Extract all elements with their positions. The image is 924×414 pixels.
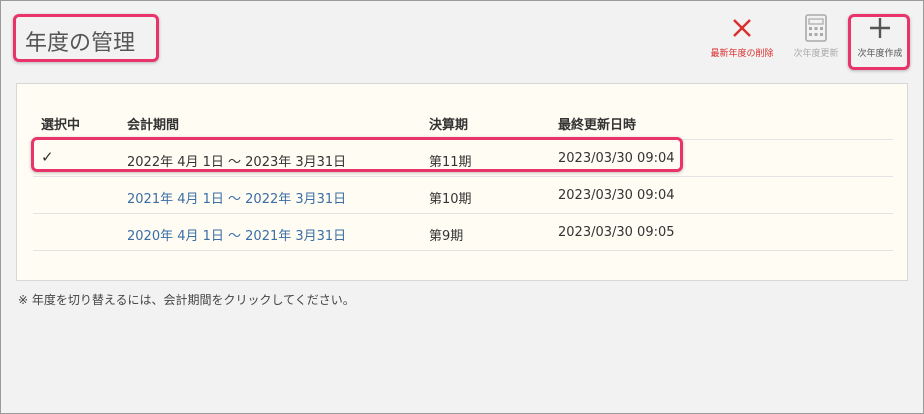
page-title: 年度の管理	[25, 31, 136, 56]
delete-latest-year-button[interactable]: 最新年度の削除	[704, 10, 780, 59]
term-cell: 第9期	[429, 229, 464, 244]
next-year-update-label: 次年度更新	[793, 49, 839, 59]
next-year-create-button[interactable]: 次年度作成	[852, 10, 908, 59]
instruction-note: ※ 年度を切り替えるには、会計期間をクリックしてください。	[18, 293, 355, 307]
column-period: 会計期間	[127, 118, 180, 133]
column-updated: 最終更新日時	[558, 118, 637, 133]
updated-cell: 2023/03/30 09:05	[558, 225, 675, 240]
plus-icon	[852, 10, 908, 46]
table-header: 選択中 会計期間 決算期 最終更新日時	[33, 102, 893, 140]
fiscal-year-table: 選択中 会計期間 決算期 最終更新日時 ✓ 2022年 4月 1日 〜 2023…	[16, 83, 908, 281]
calculator-icon	[786, 10, 846, 46]
period-link[interactable]: 2021年 4月 1日 〜 2022年 3月31日	[127, 188, 346, 207]
next-year-update-button[interactable]: 次年度更新	[786, 10, 846, 59]
table-row: 2020年 4月 1日 〜 2021年 3月31日 第9期 2023/03/30…	[33, 213, 893, 251]
selected-row-highlight	[31, 137, 683, 172]
term-cell: 第10期	[429, 192, 472, 207]
column-term: 決算期	[429, 118, 469, 133]
period-link[interactable]: 2020年 4月 1日 〜 2021年 3月31日	[127, 225, 346, 244]
delete-latest-year-label: 最新年度の削除	[710, 49, 774, 59]
close-icon	[704, 10, 780, 46]
next-year-create-label: 次年度作成	[857, 49, 903, 59]
table-row: 2021年 4月 1日 〜 2022年 3月31日 第10期 2023/03/3…	[33, 176, 893, 214]
column-selected: 選択中	[41, 118, 81, 133]
updated-cell: 2023/03/30 09:04	[558, 188, 675, 203]
